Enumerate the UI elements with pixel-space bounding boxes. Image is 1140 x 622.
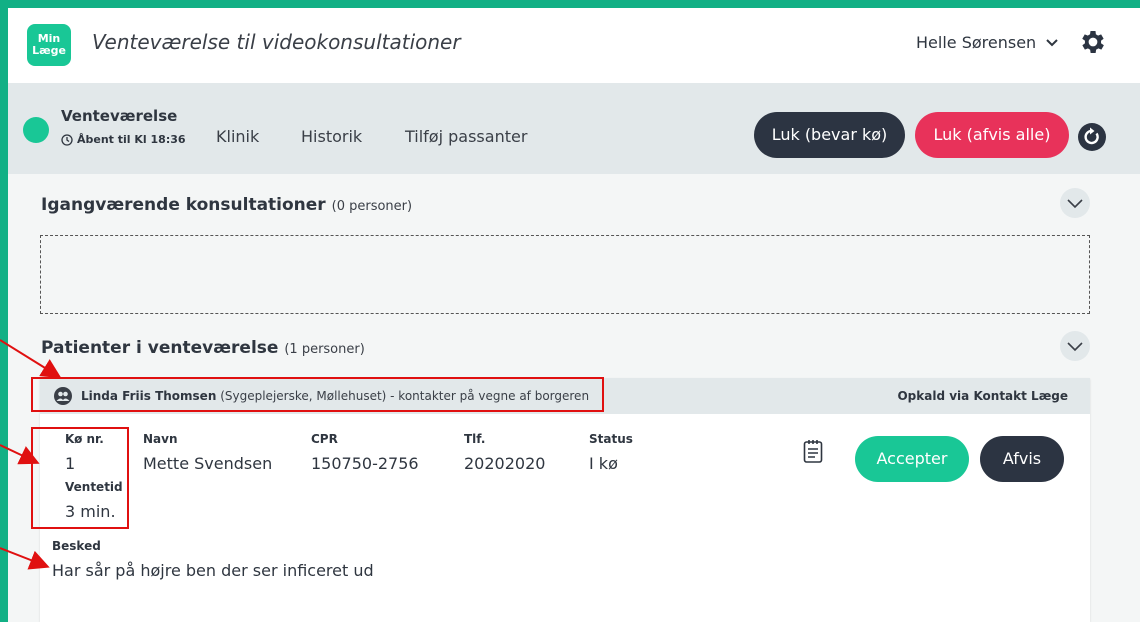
app-frame: Min Læge Venteværelse til videokonsultat… — [8, 8, 1140, 622]
call-channel: Opkald via Kontakt Læge — [897, 389, 1068, 403]
patients-collapse-toggle[interactable] — [1060, 331, 1090, 361]
notes-icon[interactable] — [803, 438, 823, 464]
app-title: Venteværelse til videokonsultationer — [92, 30, 461, 54]
chevron-down-icon — [1067, 342, 1083, 352]
waiting-room-bar: Venteværelse Åbent til Kl 18:36 Klinik H… — [8, 83, 1140, 174]
refresh-icon — [1084, 127, 1099, 145]
ongoing-count: (0 personer) — [331, 199, 413, 214]
phone-value: 20202020 — [464, 454, 546, 473]
name-label: Navn — [143, 432, 178, 446]
opening-hours-text: Åbent til Kl 18:36 — [77, 133, 186, 146]
name-value: Mette Svendsen — [143, 454, 273, 473]
chevron-down-icon — [1046, 38, 1058, 46]
patients-waiting-title: Patienter i venteværelse (1 personer) — [41, 338, 365, 358]
close-keep-queue-button[interactable]: Luk (bevar kø) — [754, 112, 905, 158]
waiting-room-name: Venteværelse — [61, 107, 178, 125]
nav-add-passants[interactable]: Tilføj passanter — [405, 127, 527, 146]
cpr-value: 150750-2756 — [311, 454, 419, 473]
cpr-label: CPR — [311, 432, 338, 446]
user-name: Helle Sørensen — [916, 33, 1037, 52]
accept-button[interactable]: Accepter — [855, 436, 969, 482]
status-value: I kø — [589, 454, 618, 473]
opening-hours: Åbent til Kl 18:36 — [61, 133, 186, 146]
nav-historik[interactable]: Historik — [301, 127, 362, 146]
annotation-box-agent — [31, 377, 604, 412]
gear-icon[interactable] — [1078, 27, 1108, 57]
annotation-box-queue — [31, 427, 129, 529]
logo-line-2: Læge — [32, 44, 66, 57]
min-laege-logo[interactable]: Min Læge — [27, 24, 71, 66]
reject-button[interactable]: Afvis — [980, 436, 1064, 482]
patients-title-text: Patienter i venteværelse — [41, 338, 279, 358]
chevron-down-icon — [1067, 199, 1083, 209]
ongoing-consultations-title: Igangværende konsultationer (0 personer) — [41, 195, 412, 215]
status-label: Status — [589, 432, 633, 446]
close-reject-all-button[interactable]: Luk (afvis alle) — [915, 112, 1069, 158]
patient-card: Linda Friis Thomsen (Sygeplejerske, Møll… — [40, 378, 1090, 622]
message-value: Har sår på højre ben der ser inficeret u… — [52, 561, 374, 580]
clock-icon — [61, 133, 73, 146]
open-status-indicator — [23, 117, 49, 143]
ongoing-consultations-dropzone — [40, 235, 1090, 314]
user-menu[interactable]: Helle Sørensen — [916, 33, 1060, 52]
ongoing-collapse-toggle[interactable] — [1060, 188, 1090, 218]
message-label: Besked — [52, 539, 101, 553]
phone-label: Tlf. — [464, 432, 486, 446]
nav-klinik[interactable]: Klinik — [216, 127, 259, 146]
refresh-button[interactable] — [1078, 123, 1106, 151]
ongoing-title-text: Igangværende konsultationer — [41, 195, 326, 215]
top-header: Min Læge Venteværelse til videokonsultat… — [8, 8, 1140, 83]
patients-count: (1 personer) — [284, 342, 365, 357]
